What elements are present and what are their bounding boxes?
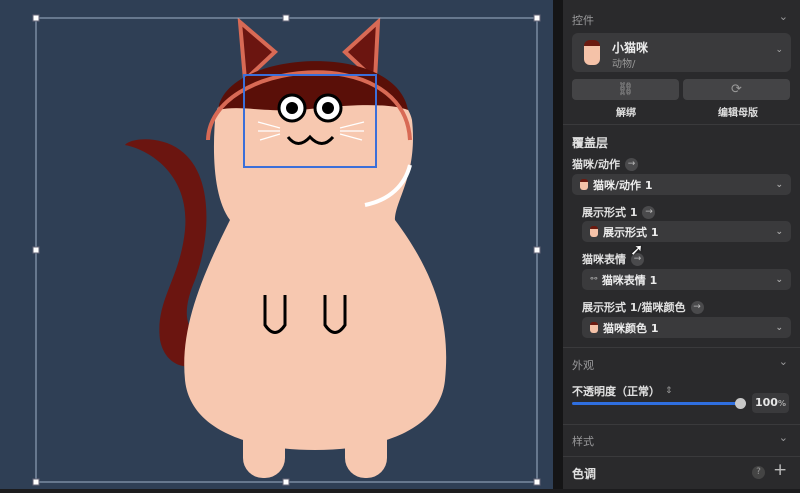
panel-divider	[553, 0, 563, 489]
arrow-right-icon[interactable]: →	[690, 300, 704, 314]
cat-body	[184, 75, 447, 450]
override-label: 展示形式 1 →	[582, 204, 656, 220]
opacity-input[interactable]: 100%	[752, 393, 789, 413]
chevron-down-icon: ⌄	[775, 45, 783, 55]
chevron-down-icon[interactable]: ⌄	[779, 10, 788, 23]
edit-master-button[interactable]: ⟳	[683, 79, 790, 100]
override-label: 猫咪/动作 →	[572, 156, 639, 172]
edit-master-label: 编辑母版	[718, 108, 758, 119]
chevron-down-icon: ⌄	[775, 179, 783, 190]
help-icon[interactable]: ?	[752, 466, 765, 479]
cat-icon	[590, 322, 598, 333]
chevron-down-icon: ⌄	[775, 226, 783, 237]
tint-section-title: 色调	[572, 467, 597, 481]
style-section-title: 样式	[572, 435, 594, 448]
component-section-title: 控件	[572, 14, 594, 27]
opacity-slider[interactable]	[572, 402, 746, 405]
eyes-icon: ᵒᵒ	[590, 275, 598, 284]
override-select[interactable]: 猫咪颜色 1 ⌄	[582, 317, 791, 338]
component-name: 小猫咪	[612, 41, 649, 55]
chevron-down-icon[interactable]: ⌄	[779, 431, 788, 444]
unlink-icon: ⛓	[617, 82, 634, 97]
override-select[interactable]: 展示形式 1 ⌄	[582, 221, 791, 242]
overrides-section-title: 覆盖层	[572, 136, 609, 150]
mouse-cursor-icon: ➚	[630, 240, 644, 259]
component-path: 动物/	[612, 59, 636, 70]
cat-thumbnail-icon	[584, 40, 600, 65]
override-select[interactable]: ᵒᵒ 猫咪表情 1 ⌄	[582, 269, 791, 290]
opacity-slider-thumb[interactable]	[735, 398, 746, 409]
arrow-right-icon[interactable]: →	[642, 205, 656, 219]
add-icon[interactable]: +	[773, 460, 787, 480]
override-label: 展示形式 1/猫咪颜色 →	[582, 299, 704, 315]
properties-panel: 控件 ⌄ 小猫咪 动物/ ⌄ ⛓ ⟳ 解绑 编辑母版 覆盖层 猫咪/动作 → 猫咪…	[563, 0, 800, 489]
component-selector[interactable]: 小猫咪 动物/ ⌄	[572, 33, 791, 72]
refresh-icon: ⟳	[731, 82, 742, 97]
chevron-down-icon[interactable]: ⌄	[779, 355, 788, 368]
design-canvas[interactable]	[0, 0, 553, 489]
appearance-section-title: 外观	[572, 359, 594, 372]
detach-button[interactable]: ⛓	[572, 79, 679, 100]
cat-icon	[580, 179, 588, 190]
arrow-right-icon[interactable]: →	[625, 157, 639, 171]
opacity-label: 不透明度（正常） ⇕	[572, 385, 673, 398]
cat-icon	[590, 226, 598, 237]
detach-label: 解绑	[616, 108, 636, 119]
override-select[interactable]: 猫咪/动作 1 ⌄	[572, 174, 791, 195]
chevron-down-icon: ⌄	[775, 274, 783, 285]
blend-mode-stepper-icon[interactable]: ⇕	[665, 386, 673, 396]
chevron-down-icon: ⌄	[775, 322, 783, 333]
cat-illustration[interactable]	[0, 0, 553, 489]
